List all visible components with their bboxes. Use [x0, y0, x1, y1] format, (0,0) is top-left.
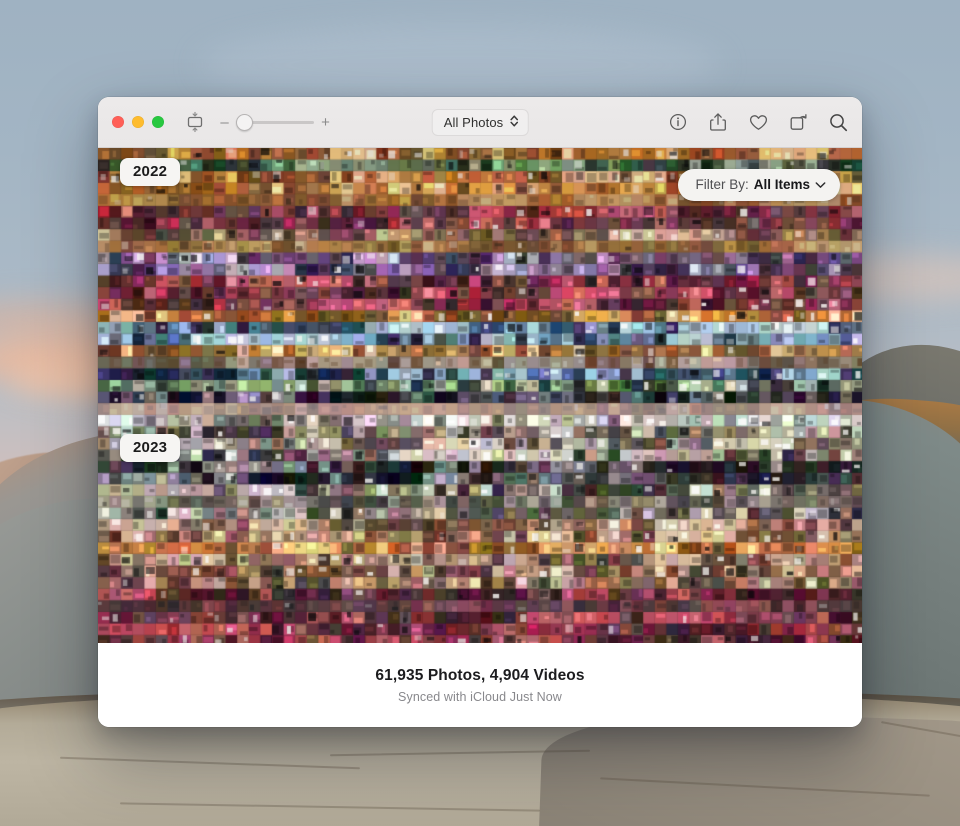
aspect-ratio-icon[interactable]: [184, 110, 206, 134]
icloud-sync-status: Synced with iCloud Just Now: [398, 689, 562, 704]
share-icon[interactable]: [708, 112, 728, 132]
traffic-lights: [112, 116, 164, 128]
year-badge-2023[interactable]: 2023: [120, 434, 181, 462]
filter-by-label: Filter By:: [695, 177, 749, 192]
heart-icon[interactable]: [748, 112, 768, 132]
zoom-button[interactable]: [152, 116, 164, 128]
close-button[interactable]: [112, 116, 124, 128]
info-icon[interactable]: [668, 112, 688, 132]
view-mode-label: All Photos: [443, 114, 504, 130]
search-icon[interactable]: [828, 112, 848, 132]
wallpaper-cloud: [200, 25, 720, 105]
year-badge-2022[interactable]: 2022: [120, 158, 181, 186]
zoom-slider-group[interactable]: – +: [220, 113, 330, 131]
zoom-out-label[interactable]: –: [220, 115, 229, 130]
window-toolbar: – + All Photos: [98, 97, 862, 148]
zoom-slider[interactable]: [236, 113, 314, 131]
toolbar-left-group: – +: [112, 110, 330, 134]
library-count-label: 61,935 Photos, 4,904 Videos: [375, 666, 585, 684]
zoom-in-label[interactable]: +: [321, 115, 330, 130]
filter-by-button[interactable]: Filter By: All Items: [678, 169, 840, 201]
minimize-button[interactable]: [132, 116, 144, 128]
chevron-down-icon: [815, 181, 826, 189]
rotate-icon[interactable]: [788, 112, 808, 132]
photo-thumbnail-grid[interactable]: [98, 148, 862, 643]
updown-chevron-icon: [509, 114, 518, 131]
zoom-slider-knob[interactable]: [236, 113, 253, 131]
photo-grid-area[interactable]: 2022 2023 Filter By: All Items: [98, 148, 862, 643]
toolbar-right-group: [668, 112, 848, 132]
library-status-footer: 61,935 Photos, 4,904 Videos Synced with …: [98, 643, 862, 727]
view-mode-popup-button[interactable]: All Photos: [431, 108, 529, 136]
toolbar-center-group: All Photos: [431, 108, 529, 136]
photos-window: – + All Photos 2022 2023 Filter By: All …: [98, 97, 862, 727]
desktop-wallpaper: – + All Photos 2022 2023 Filter By: All …: [0, 0, 960, 826]
filter-by-value: All Items: [753, 177, 810, 192]
